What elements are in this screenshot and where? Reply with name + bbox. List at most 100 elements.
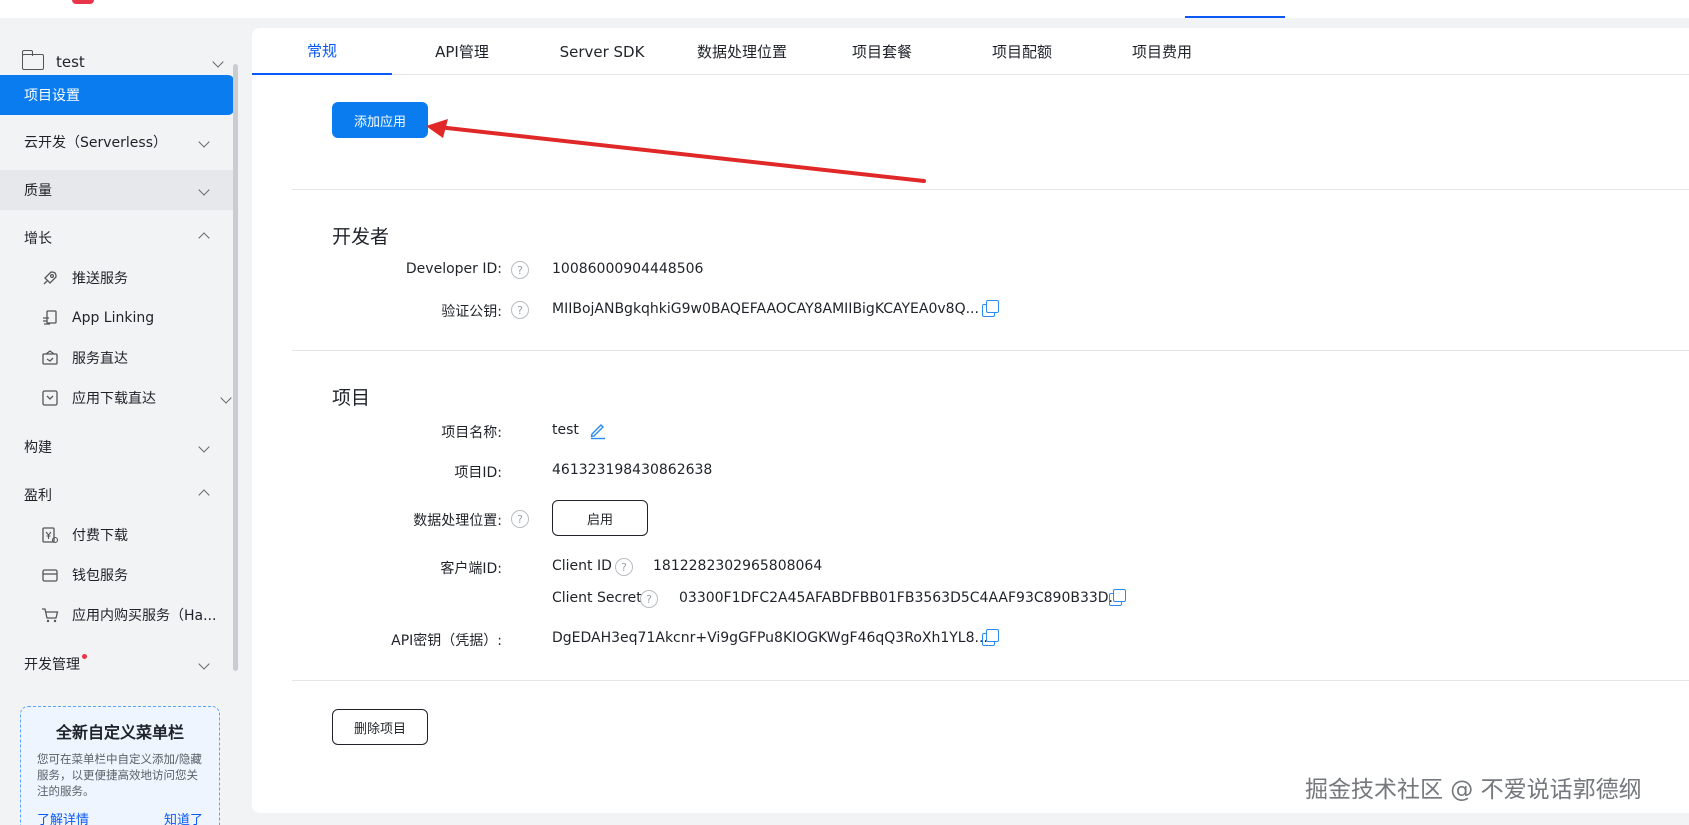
- tab-data-location[interactable]: 数据处理位置: [672, 28, 812, 75]
- rocket-icon: [40, 268, 60, 288]
- paid-download-icon: [40, 525, 60, 545]
- folder-icon: [21, 50, 44, 70]
- watermark-text: 掘金技术社区 @ 不爱说话郭德纲: [1305, 777, 1642, 803]
- sidebar-item-label: 服务直达: [72, 351, 128, 367]
- sidebar-item-label: 构建: [24, 440, 52, 456]
- copy-icon[interactable]: [982, 629, 999, 646]
- chevron-down-icon: [198, 184, 210, 196]
- main-panel: 常规 API管理 Server SDK 数据处理位置 项目套餐 项目配额 项目费…: [252, 28, 1689, 813]
- tab-project-fees[interactable]: 项目费用: [1092, 28, 1232, 75]
- developer-id-label: Developer ID:: [405, 261, 502, 277]
- sidebar-item-dev-management[interactable]: 开发管理: [0, 644, 234, 684]
- custom-menu-promo: 全新自定义菜单栏 您可在菜单栏中自定义添加/隐藏服务，以更便捷高效地访问您关注的…: [20, 706, 220, 825]
- sidebar-item-service-direct[interactable]: 服务直达: [40, 339, 230, 377]
- project-name-value: test: [552, 422, 579, 438]
- help-icon[interactable]: ?: [511, 301, 529, 319]
- logo-icon: [72, 0, 94, 4]
- sidebar-item-quality[interactable]: 质量: [0, 170, 234, 210]
- section-divider: [292, 189, 1689, 190]
- download-icon: [40, 388, 60, 408]
- sidebar-item-label: App Linking: [72, 310, 155, 326]
- api-key-label: API密钥（凭据）:: [391, 633, 502, 649]
- sidebar-item-label: 开发管理: [24, 657, 80, 673]
- help-icon[interactable]: ?: [640, 590, 658, 608]
- link-icon: [40, 308, 60, 328]
- section-divider: [292, 680, 1689, 681]
- chevron-down-icon: [198, 136, 210, 148]
- sidebar-item-label: 付费下载: [72, 528, 128, 544]
- notification-dot: [82, 654, 87, 659]
- chevron-down-icon: [198, 658, 210, 670]
- copy-icon[interactable]: [1109, 589, 1126, 606]
- tab-server-sdk[interactable]: Server SDK: [532, 28, 672, 75]
- add-app-button[interactable]: 添加应用: [332, 102, 428, 138]
- chevron-down-icon: [212, 56, 224, 68]
- client-secret-label: Client Secret: [552, 590, 642, 606]
- edit-icon[interactable]: [588, 420, 608, 440]
- developer-id-value: 10086000904448506: [552, 261, 704, 277]
- tab-project-quota[interactable]: 项目配额: [952, 28, 1092, 75]
- project-name-label: 项目名称:: [441, 425, 502, 441]
- client-secret-value: 03300F1DFC2A45AFABDFBB01FB3563D5C4AAF93C…: [679, 590, 1122, 606]
- sidebar-item-label: 项目设置: [24, 88, 80, 104]
- service-icon: [40, 348, 60, 368]
- sidebar-scrollbar[interactable]: [233, 64, 238, 671]
- public-key-label: 验证公钥:: [441, 304, 502, 320]
- tab-api-management[interactable]: API管理: [392, 28, 532, 75]
- tab-bar: 常规 API管理 Server SDK 数据处理位置 项目套餐 项目配额 项目费…: [252, 28, 1689, 75]
- client-id-section-label: 客户端ID:: [440, 561, 502, 577]
- sidebar-item-push[interactable]: 推送服务: [40, 259, 230, 297]
- sidebar-item-serverless[interactable]: 云开发（Serverless）: [0, 122, 234, 162]
- sidebar-item-label: 增长: [24, 231, 52, 247]
- sidebar-item-monetize[interactable]: 盈利: [0, 475, 234, 515]
- top-bar: [0, 0, 1689, 18]
- public-key-value: MIIBojANBgkqhkiG9w0BAQEFAAOCAY8AMIIBigKC…: [552, 301, 979, 317]
- sidebar-item-app-download[interactable]: 应用下载直达: [40, 379, 232, 417]
- copy-icon[interactable]: [982, 300, 999, 317]
- project-id-value: 461323198430862638: [552, 462, 713, 478]
- help-icon[interactable]: ?: [615, 558, 633, 576]
- cart-icon: [40, 605, 60, 625]
- sidebar-item-project-settings[interactable]: 项目设置: [0, 75, 234, 115]
- sidebar-item-label: 应用下载直达: [72, 391, 156, 407]
- sidebar-item-label: 云开发（Serverless）: [24, 135, 168, 151]
- project-selector-name: test: [56, 53, 85, 71]
- delete-project-button[interactable]: 删除项目: [332, 709, 428, 745]
- learn-more-link[interactable]: 了解详情: [37, 809, 89, 825]
- sidebar-item-label: 钱包服务: [72, 568, 128, 584]
- sidebar-item-label: 质量: [24, 183, 52, 199]
- sidebar-item-label: 应用内购买服务（Ha...: [72, 608, 217, 624]
- chevron-down-icon: [198, 441, 210, 453]
- top-nav-active-indicator: [1185, 16, 1285, 18]
- tab-project-package[interactable]: 项目套餐: [812, 28, 952, 75]
- project-id-label: 项目ID:: [454, 465, 502, 481]
- sidebar-item-label-wrap: 开发管理: [24, 654, 200, 674]
- project-section-title: 项目: [332, 387, 371, 409]
- wallet-icon: [40, 565, 60, 585]
- sidebar-item-growth[interactable]: 增长: [0, 218, 234, 258]
- promo-title: 全新自定义菜单栏: [55, 723, 184, 742]
- sidebar-item-paid-download[interactable]: 付费下载: [40, 516, 230, 554]
- client-id-label: Client ID: [552, 558, 612, 574]
- help-icon[interactable]: ?: [511, 510, 529, 528]
- sidebar-item-label: 推送服务: [72, 271, 128, 287]
- api-key-value: DgEDAH3eq71Akcnr+Vi9gGFPu8KIOGKWgF46qQ3R…: [552, 630, 988, 646]
- sidebar-item-iap[interactable]: 应用内购买服务（Ha...: [40, 596, 230, 634]
- sidebar-item-build[interactable]: 构建: [0, 427, 234, 467]
- enable-button[interactable]: 启用: [552, 500, 648, 536]
- got-it-link[interactable]: 知道了: [164, 809, 203, 825]
- help-icon[interactable]: ?: [511, 261, 529, 279]
- sidebar-item-label: 盈利: [24, 488, 52, 504]
- developer-section-title: 开发者: [332, 226, 390, 248]
- annotation-arrow: [426, 119, 926, 183]
- sidebar: test 项目设置 云开发（Serverless） 质量 增长 推送服务 App…: [0, 18, 234, 825]
- chevron-down-icon: [220, 392, 232, 404]
- client-id-value: 1812282302965808064: [653, 558, 823, 574]
- section-divider: [292, 350, 1689, 351]
- data-location-label: 数据处理位置:: [413, 513, 502, 529]
- sidebar-item-app-linking[interactable]: App Linking: [40, 299, 230, 337]
- sidebar-item-wallet[interactable]: 钱包服务: [40, 556, 230, 594]
- chevron-up-icon: [198, 489, 210, 501]
- tab-general[interactable]: 常规: [252, 28, 392, 75]
- promo-description: 您可在菜单栏中自定义添加/隐藏服务，以更便捷高效地访问您关注的服务。: [37, 752, 202, 798]
